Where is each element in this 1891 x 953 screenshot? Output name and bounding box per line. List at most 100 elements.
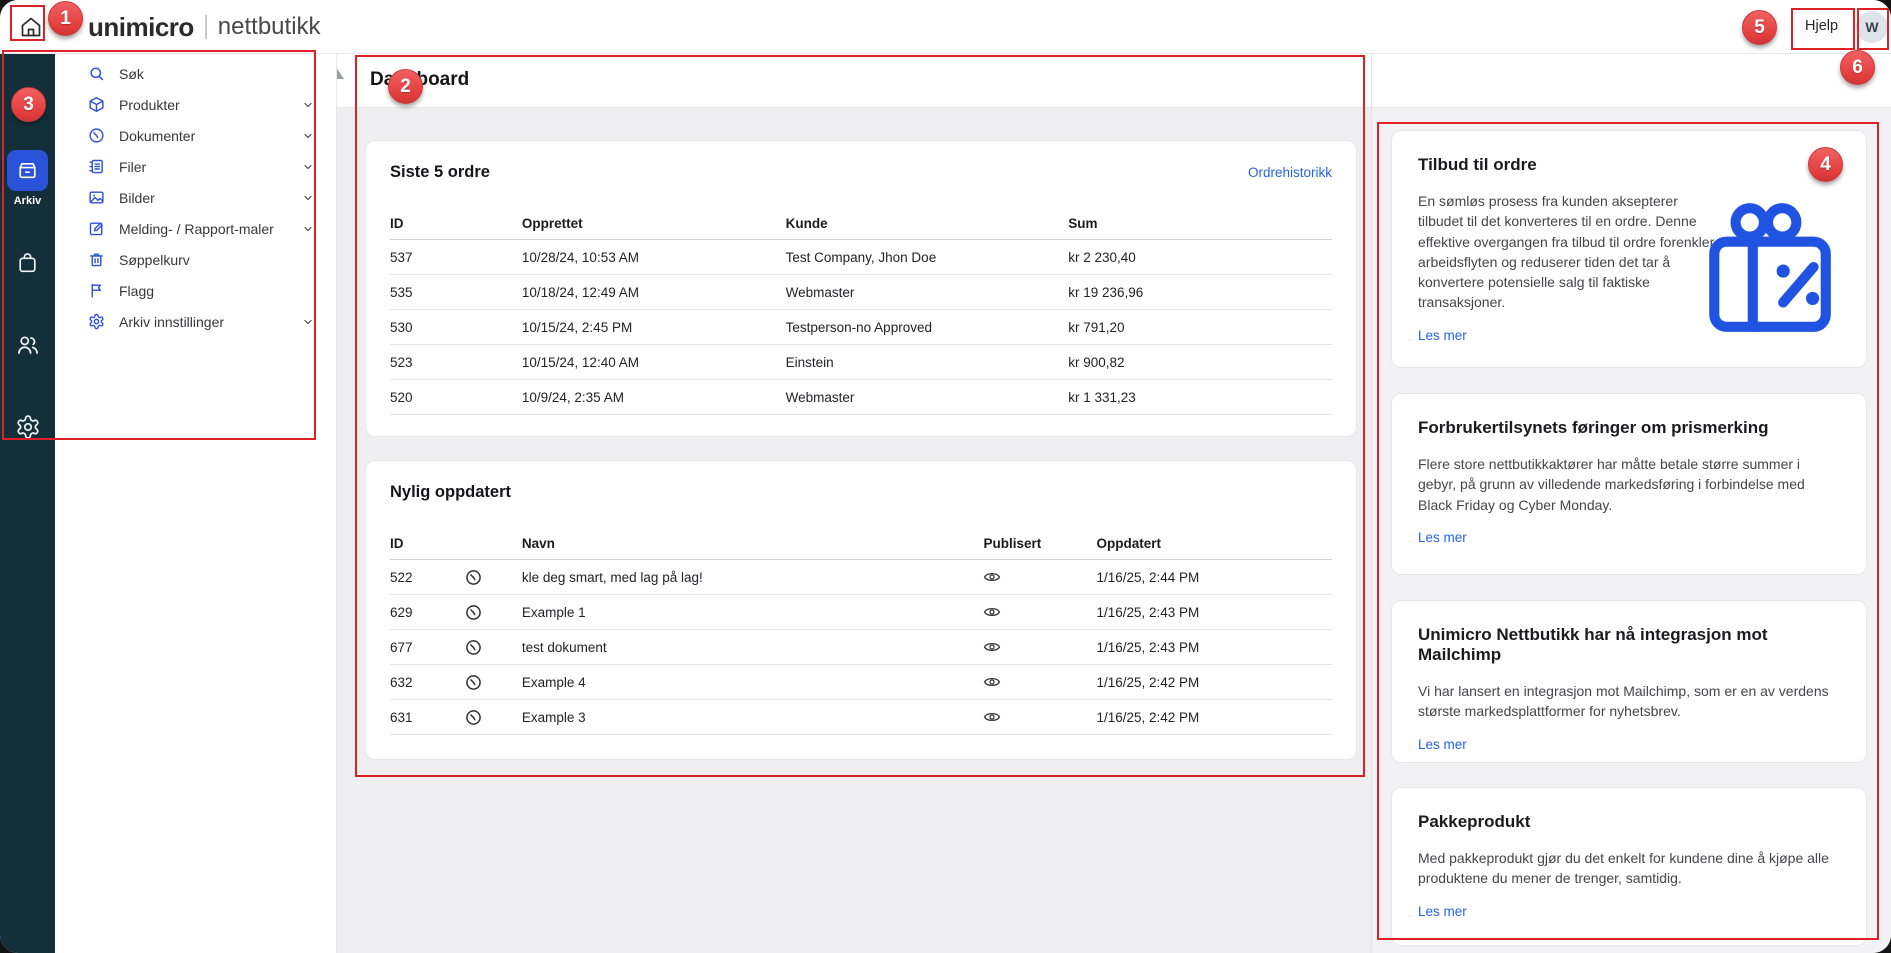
table-row[interactable]: 522 kle deg smart, med lag på lag! 1/16/… xyxy=(390,560,1332,595)
sidebar-item-label: Filer xyxy=(119,159,146,175)
page-header: Dashboard xyxy=(337,54,1371,108)
trash-icon xyxy=(88,251,106,269)
sidebar-item-flagg[interactable]: Flagg xyxy=(55,275,336,306)
cell-customer: Einstein xyxy=(786,355,1069,370)
cell-id: 632 xyxy=(390,675,465,690)
sidebar-item-label: Søppelkurv xyxy=(119,252,190,268)
table-row[interactable]: 520 10/9/24, 2:35 AM Webmaster kr 1 331,… xyxy=(390,380,1332,415)
eye-icon xyxy=(983,710,1096,724)
help-button[interactable]: Hjelp xyxy=(1799,14,1844,38)
news-body: En sømløs prosess fra kunden aksepterer … xyxy=(1418,191,1720,313)
sidebar-item-produkter[interactable]: Produkter xyxy=(55,89,336,120)
col-header-updated: Oppdatert xyxy=(1096,536,1332,551)
globe-clock-icon xyxy=(88,127,106,145)
gift-percent-icon xyxy=(1692,193,1844,339)
sidebar-item-arkiv-innstillinger[interactable]: Arkiv innstillinger xyxy=(55,306,336,337)
table-header-row: ID Navn Publisert Oppdatert xyxy=(390,527,1332,560)
sidebar-item-sok[interactable]: Søk xyxy=(55,58,336,89)
package-icon xyxy=(88,96,106,114)
col-header-name: Navn xyxy=(522,536,984,551)
archive-sidebar: Søk Produkter Dokumenter xyxy=(55,54,337,953)
cell-customer: Webmaster xyxy=(786,285,1069,300)
read-more-link[interactable]: Les mer xyxy=(1418,904,1467,919)
cell-created: 10/28/24, 10:53 AM xyxy=(522,250,786,265)
page-type-globe-icon xyxy=(465,639,522,656)
sidebar-item-maler[interactable]: Melding- / Rapport-maler xyxy=(55,213,336,244)
cell-id: 530 xyxy=(390,320,522,335)
page-type-globe-icon xyxy=(465,569,522,586)
sidebar-item-bilder[interactable]: Bilder xyxy=(55,182,336,213)
news-body: Vi har lansert en integrasjon mot Mailch… xyxy=(1418,681,1840,722)
cell-id: 631 xyxy=(390,710,465,725)
rail-item-customers[interactable] xyxy=(0,332,55,358)
table-row[interactable]: 530 10/15/24, 2:45 PM Testperson-no Appr… xyxy=(390,310,1332,345)
sidebar-item-filer[interactable]: Filer xyxy=(55,151,336,182)
home-button[interactable] xyxy=(14,10,48,44)
news-title: Unimicro Nettbutikk har nå integrasjon m… xyxy=(1418,625,1840,665)
logo-brand-text: unimicro xyxy=(88,12,194,43)
sidebar-item-label: Produkter xyxy=(119,97,180,113)
sidebar-item-label: Søk xyxy=(119,66,144,82)
sidebar-item-dokumenter[interactable]: Dokumenter xyxy=(55,120,336,151)
page-type-globe-icon xyxy=(465,604,522,621)
shopping-bag-icon xyxy=(15,250,40,275)
rail-item-settings[interactable] xyxy=(0,414,55,440)
cell-id: 535 xyxy=(390,285,522,300)
sidebar-item-label: Arkiv innstillinger xyxy=(119,314,224,330)
cell-created: 10/9/24, 2:35 AM xyxy=(522,390,786,405)
cell-customer: Testperson-no Approved xyxy=(786,320,1069,335)
card-title: Nylig oppdatert xyxy=(390,483,511,502)
sidebar-item-soppelkurv[interactable]: Søppelkurv xyxy=(55,244,336,275)
cell-id: 523 xyxy=(390,355,522,370)
table-header-row: ID Opprettet Kunde Sum xyxy=(390,207,1332,240)
cell-sum: kr 2 230,40 xyxy=(1068,250,1332,265)
home-icon xyxy=(19,15,43,39)
logo-divider xyxy=(205,15,207,39)
table-row[interactable]: 677 test dokument 1/16/25, 2:43 PM xyxy=(390,630,1332,665)
eye-icon xyxy=(983,605,1096,619)
read-more-link[interactable]: Les mer xyxy=(1418,530,1467,545)
col-header-id: ID xyxy=(390,216,522,231)
read-more-link[interactable]: Les mer xyxy=(1418,737,1467,752)
news-title: Tilbud til ordre xyxy=(1418,155,1840,175)
news-body: Flere store nettbutikkaktører har måtte … xyxy=(1418,454,1840,515)
page-type-globe-icon xyxy=(465,674,522,691)
read-more-link[interactable]: Les mer xyxy=(1418,328,1467,343)
news-card-prismerking: Forbrukertilsynets føringer om prismerki… xyxy=(1391,393,1867,575)
module-rail: Arkiv xyxy=(0,54,55,953)
table-row[interactable]: 632 Example 4 1/16/25, 2:42 PM xyxy=(390,665,1332,700)
rail-item-shop[interactable] xyxy=(0,250,55,275)
rail-item-arkiv[interactable] xyxy=(7,150,48,191)
recently-updated-card: Nylig oppdatert ID Navn Publisert Oppdat… xyxy=(365,460,1357,760)
cell-created: 10/18/24, 12:49 AM xyxy=(522,285,786,300)
cell-created: 10/15/24, 12:40 AM xyxy=(522,355,786,370)
users-icon xyxy=(15,332,41,358)
table-row[interactable]: 535 10/18/24, 12:49 AM Webmaster kr 19 2… xyxy=(390,275,1332,310)
table-row[interactable]: 537 10/28/24, 10:53 AM Test Company, Jho… xyxy=(390,240,1332,275)
archive-icon xyxy=(15,158,40,183)
table-row[interactable]: 629 Example 1 1/16/25, 2:43 PM xyxy=(390,595,1332,630)
col-header-published: Publisert xyxy=(983,536,1096,551)
image-icon xyxy=(88,189,106,207)
cell-updated: 1/16/25, 2:43 PM xyxy=(1096,605,1332,620)
eye-icon xyxy=(983,675,1096,689)
cell-name: Example 4 xyxy=(522,675,984,690)
col-header-created: Opprettet xyxy=(522,216,786,231)
cell-sum: kr 900,82 xyxy=(1068,355,1332,370)
table-row[interactable]: 523 10/15/24, 12:40 AM Einstein kr 900,8… xyxy=(390,345,1332,380)
user-avatar[interactable]: W xyxy=(1856,11,1888,43)
page-title: Dashboard xyxy=(370,69,469,91)
chevron-down-icon xyxy=(302,161,314,173)
cell-created: 10/15/24, 2:45 PM xyxy=(522,320,786,335)
eye-icon xyxy=(983,570,1096,584)
news-body: Med pakkeprodukt gjør du det enkelt for … xyxy=(1418,848,1840,889)
col-header-customer: Kunde xyxy=(786,216,1069,231)
news-title: Forbrukertilsynets føringer om prismerki… xyxy=(1418,418,1840,438)
cell-name: kle deg smart, med lag på lag! xyxy=(522,570,984,585)
order-history-link[interactable]: Ordrehistorikk xyxy=(1248,165,1332,180)
news-title: Pakkeprodukt xyxy=(1418,812,1840,832)
search-icon xyxy=(88,65,106,83)
cell-updated: 1/16/25, 2:44 PM xyxy=(1096,570,1332,585)
cell-updated: 1/16/25, 2:42 PM xyxy=(1096,710,1332,725)
table-row[interactable]: 631 Example 3 1/16/25, 2:42 PM xyxy=(390,700,1332,735)
